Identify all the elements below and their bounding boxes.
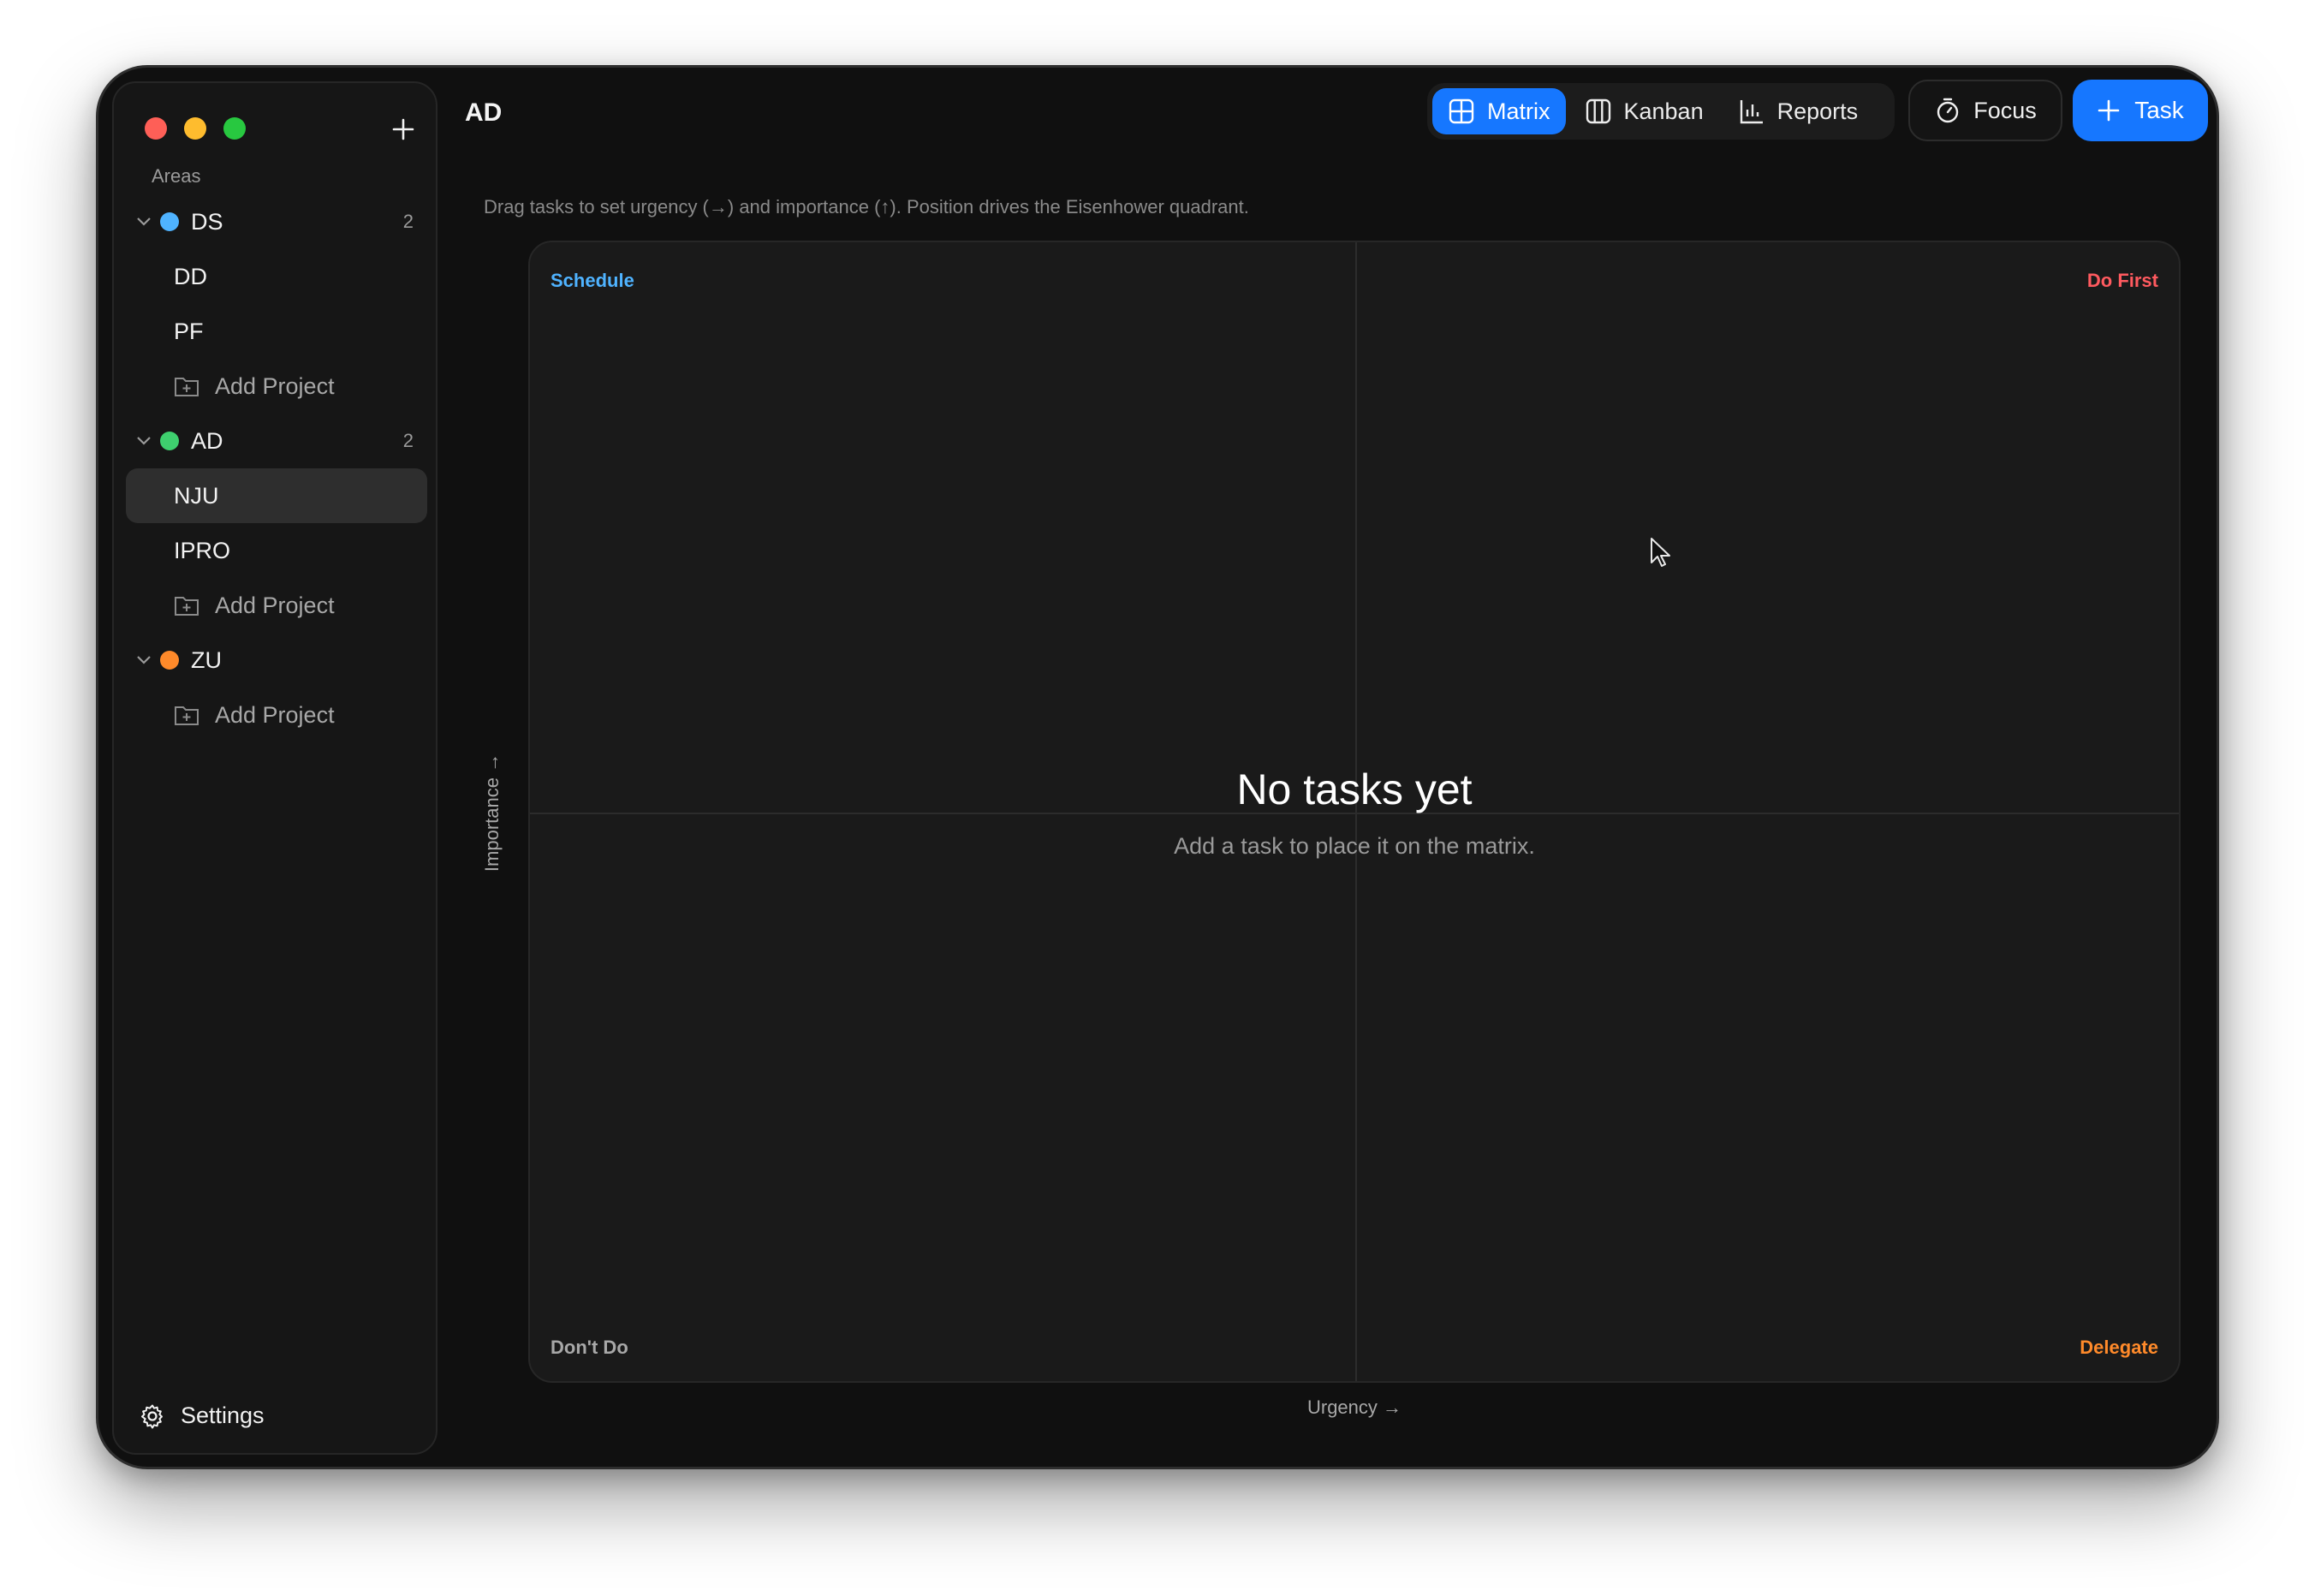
- columns-icon: [1586, 98, 1610, 124]
- project-item-ipro[interactable]: IPRO: [126, 523, 427, 578]
- area-row-zu[interactable]: ZU: [126, 633, 427, 688]
- settings-button[interactable]: Settings: [140, 1402, 265, 1429]
- zoom-window-button[interactable]: [223, 117, 246, 140]
- add-task-button[interactable]: Task: [2073, 80, 2208, 141]
- area-color-dot: [160, 432, 179, 450]
- quadrant-label-do-first: Do First: [2086, 270, 2158, 291]
- reports-view-button[interactable]: Reports: [1723, 88, 1874, 134]
- add-project-label: Add Project: [215, 701, 335, 728]
- add-project-button-ad[interactable]: Add Project: [126, 578, 427, 633]
- mouse-cursor-icon: [1651, 538, 1670, 567]
- app-window: Areas DS 2 DD PF Add Project AD 2 NJU IP…: [96, 65, 2219, 1469]
- area-name: AD: [191, 427, 223, 454]
- quadrant-label-dont-do: Don't Do: [550, 1337, 628, 1358]
- area-row-ad[interactable]: AD 2: [126, 414, 427, 468]
- importance-axis-label: Importance →: [481, 753, 503, 872]
- add-project-label: Add Project: [215, 592, 335, 618]
- matrix-view-button[interactable]: Matrix: [1432, 88, 1566, 134]
- chevron-down-icon[interactable]: [134, 213, 153, 231]
- kanban-view-button[interactable]: Kanban: [1569, 88, 1719, 134]
- view-switcher: Matrix Kanban Reports: [1427, 83, 1895, 140]
- sidebar: Areas DS 2 DD PF Add Project AD 2 NJU IP…: [112, 81, 437, 1455]
- project-item-nju[interactable]: NJU: [126, 468, 427, 523]
- project-name: NJU: [174, 482, 219, 509]
- project-name: PF: [174, 318, 204, 344]
- folder-plus-icon: [175, 706, 199, 725]
- settings-label: Settings: [181, 1402, 265, 1428]
- add-project-button-ds[interactable]: Add Project: [126, 359, 427, 414]
- project-name: IPRO: [174, 537, 231, 563]
- urgency-axis-label: Urgency →: [1306, 1396, 1402, 1418]
- chevron-down-icon[interactable]: [134, 432, 153, 450]
- chevron-down-icon[interactable]: [134, 652, 153, 670]
- project-item-dd[interactable]: DD: [126, 249, 427, 304]
- close-window-button[interactable]: [145, 117, 167, 140]
- area-row-ds[interactable]: DS 2: [126, 194, 427, 249]
- bar-chart-icon: [1740, 100, 1763, 124]
- timer-icon: [1937, 98, 1959, 123]
- plus-icon: [392, 118, 414, 140]
- quadrant-label-schedule: Schedule: [550, 270, 634, 291]
- area-count: 2: [402, 430, 414, 451]
- quadrant-label-delegate: Delegate: [2080, 1337, 2158, 1358]
- project-name: DD: [174, 263, 207, 289]
- eisenhower-matrix[interactable]: Schedule Do First Don't Do Delegate No t…: [528, 241, 2181, 1383]
- empty-state-title: No tasks yet: [1236, 765, 1473, 813]
- add-area-button[interactable]: [386, 112, 420, 146]
- grid-icon: [1449, 98, 1474, 124]
- project-item-pf[interactable]: PF: [126, 304, 427, 359]
- page-title: AD: [465, 98, 503, 127]
- plus-icon: [2098, 99, 2120, 122]
- focus-button[interactable]: Focus: [1908, 80, 2062, 141]
- add-project-label: Add Project: [215, 372, 335, 399]
- task-label: Task: [2134, 97, 2184, 123]
- areas-heading: Areas: [152, 165, 201, 187]
- gear-icon: [141, 1404, 163, 1428]
- window-controls: [145, 117, 246, 140]
- matrix-view-label: Matrix: [1487, 98, 1550, 124]
- folder-plus-icon: [175, 378, 199, 396]
- add-project-button-zu[interactable]: Add Project: [126, 688, 427, 742]
- matrix-hint: Drag tasks to set urgency (→) and import…: [484, 196, 1249, 217]
- area-name: DS: [191, 208, 223, 235]
- area-name: ZU: [191, 646, 222, 673]
- kanban-view-label: Kanban: [1623, 98, 1704, 124]
- area-color-dot: [160, 651, 179, 670]
- minimize-window-button[interactable]: [184, 117, 206, 140]
- area-tree: DS 2 DD PF Add Project AD 2 NJU IPRO Add…: [126, 194, 427, 742]
- empty-state-subtitle: Add a task to place it on the matrix.: [1174, 833, 1535, 859]
- area-count: 2: [402, 211, 414, 232]
- focus-label: Focus: [1973, 97, 2037, 123]
- reports-view-label: Reports: [1776, 98, 1859, 124]
- folder-plus-icon: [175, 597, 199, 616]
- area-color-dot: [160, 212, 179, 231]
